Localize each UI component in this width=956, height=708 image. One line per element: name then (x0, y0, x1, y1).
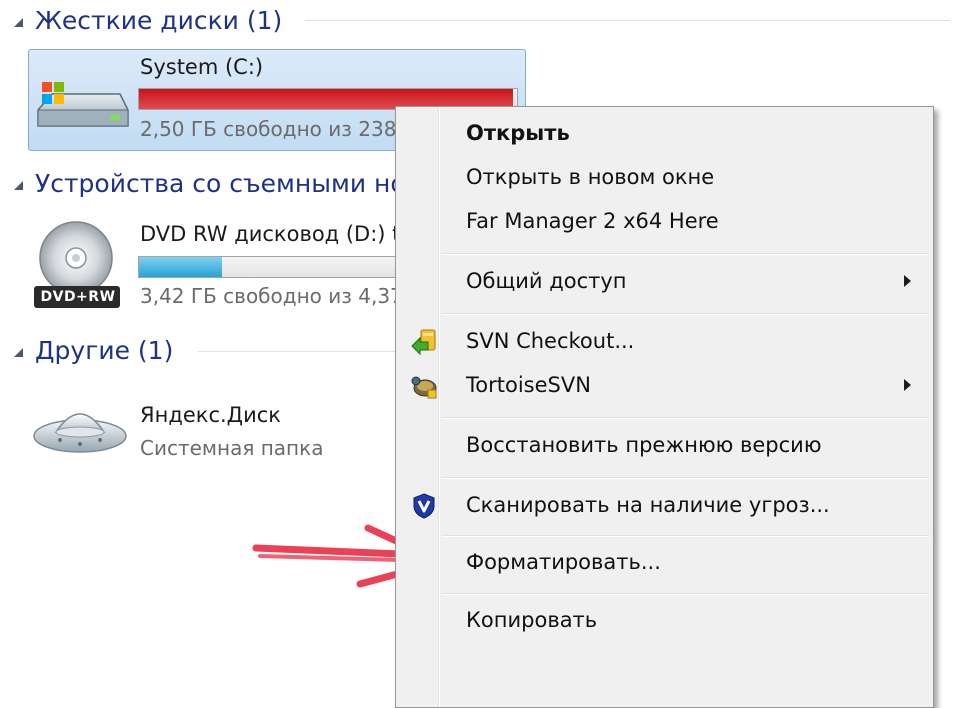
collapse-triangle-icon[interactable] (14, 347, 23, 357)
menu-item-label: Открыть (466, 121, 570, 145)
menu-separator (442, 477, 929, 479)
menu-separator (442, 417, 929, 419)
menu-item-label: SVN Checkout... (466, 329, 635, 353)
dvd-free-space: 3,42 ГБ свободно из 4,37 (140, 284, 403, 308)
menu-item-label: Общий доступ (466, 269, 627, 293)
menu-separator (442, 535, 929, 537)
menu-item-svn-checkout[interactable]: SVN Checkout... (398, 320, 931, 364)
group-divider (305, 20, 950, 21)
collapse-triangle-icon[interactable] (14, 180, 23, 190)
drive-c-free-space: 2,50 ГБ свободно из 238 (140, 117, 397, 141)
shield-v-icon (413, 493, 435, 519)
dvd-usage-fill (139, 257, 223, 277)
tortoise-icon (411, 376, 437, 399)
dvd-logo-text: DVD+RW (40, 289, 116, 305)
group-hard-disks[interactable]: Жесткие диски (1) (14, 0, 282, 40)
menu-item-copy[interactable]: Копировать (398, 599, 931, 643)
dvd-drive-name: DVD RW дисковод (D:) t (140, 222, 401, 246)
menu-item-scan-threats[interactable]: Сканировать на наличие угроз... (398, 484, 931, 528)
group-divider (198, 351, 398, 352)
menu-item-open-new-window[interactable]: Открыть в новом окне (398, 156, 931, 200)
submenu-arrow-icon (904, 275, 911, 287)
menu-item-restore-version[interactable]: Восстановить прежнюю версию (398, 424, 931, 468)
menu-item-label: TortoiseSVN (466, 373, 591, 397)
menu-item-label: Форматировать... (466, 550, 661, 574)
svn-checkout-icon (411, 329, 436, 356)
menu-item-tortoise-svn[interactable]: TortoiseSVN (398, 364, 931, 408)
menu-separator (442, 253, 929, 255)
collapse-triangle-icon[interactable] (14, 17, 23, 27)
menu-item-label: Копировать (466, 608, 598, 632)
yandex-disk-sub: Системная папка (140, 436, 324, 460)
group-other[interactable]: Другие (1) (14, 330, 173, 370)
menu-item-open[interactable]: Открыть (398, 112, 931, 156)
menu-item-label: Far Manager 2 x64 Here (466, 209, 719, 233)
submenu-arrow-icon (904, 379, 911, 391)
drive-c-name: System (C:) (140, 55, 264, 79)
ufo-icon (33, 413, 127, 453)
group-title: Другие (1) (35, 335, 174, 365)
menu-separator (442, 313, 929, 315)
context-menu: Открыть Открыть в новом окне Far Manager… (395, 106, 934, 708)
menu-item-label: Открыть в новом окне (466, 165, 715, 189)
group-title: Жесткие диски (1) (35, 5, 283, 35)
menu-item-label: Восстановить прежнюю версию (466, 433, 822, 457)
yandex-disk-name: Яндекс.Диск (140, 403, 281, 427)
windows-drive-icon (37, 82, 129, 127)
menu-separator (442, 593, 929, 595)
menu-item-label: Сканировать на наличие угроз... (466, 493, 830, 517)
menu-item-sharing[interactable]: Общий доступ (398, 260, 931, 304)
menu-item-far-manager[interactable]: Far Manager 2 x64 Here (398, 200, 931, 244)
menu-item-format[interactable]: Форматировать... (398, 541, 931, 585)
